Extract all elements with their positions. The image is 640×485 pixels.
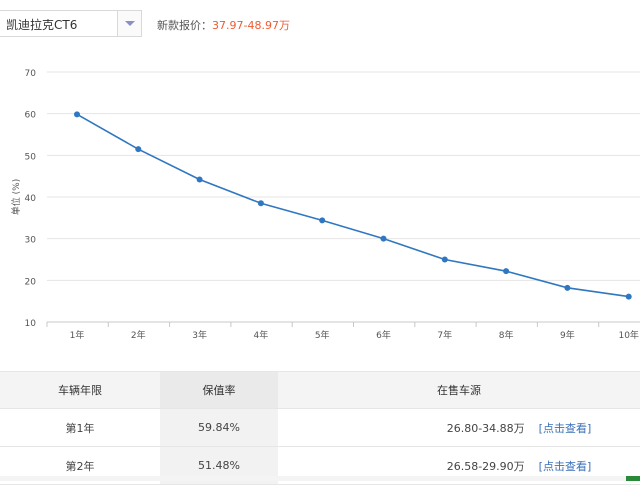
x-tick-label: 5年 <box>315 329 330 341</box>
col-header-year: 车辆年限 <box>0 371 160 409</box>
model-select-value: 凯迪拉克CT6 <box>6 18 78 32</box>
corner-icon <box>626 476 640 481</box>
y-tick-label: 60 <box>25 111 37 121</box>
data-point <box>503 268 510 275</box>
table-row: 第1年 59.84% 26.80-34.88万 [点击查看] <box>0 408 640 447</box>
y-tick-label: 20 <box>25 277 37 287</box>
x-tick-label: 8年 <box>499 329 514 341</box>
cell-source: 26.80-34.88万 [点击查看] <box>278 408 640 447</box>
chevron-down-icon <box>125 21 135 26</box>
view-link[interactable]: [点击查看] <box>539 422 592 435</box>
x-tick-label: 3年 <box>192 329 207 341</box>
data-point <box>74 111 80 118</box>
y-tick-label: 70 <box>25 69 37 79</box>
col-header-source: 在售车源 <box>278 371 640 409</box>
y-tick-label: 50 <box>25 152 37 162</box>
source-range: 26.80-34.88万 <box>446 421 525 435</box>
data-point <box>380 235 387 242</box>
col-header-rate: 保值率 <box>160 371 278 409</box>
data-point <box>319 217 326 224</box>
y-tick-label: 30 <box>25 236 37 246</box>
retention-table: 车辆年限 保值率 在售车源 第1年 59.84% 26.80-34.88万 [点击… <box>0 371 640 485</box>
model-select[interactable]: 凯迪拉克CT6 <box>0 10 142 37</box>
data-point <box>135 146 142 153</box>
y-tick-label: 40 <box>25 194 37 204</box>
y-tick-label: 10 <box>25 319 37 329</box>
x-tick-label: 9年 <box>560 329 575 341</box>
series-line <box>76 113 629 298</box>
retention-chart: 10 20 30 40 50 60 70 单位 (%) 1年 2年 3年 4年 5年 6年 7年 8年 9年 10… <box>10 69 640 341</box>
data-point <box>441 256 448 263</box>
data-point <box>625 293 632 300</box>
cell-rate: 59.84% <box>160 408 278 447</box>
view-link[interactable]: [点击查看] <box>539 460 592 473</box>
cell-year: 第1年 <box>0 408 160 447</box>
dropdown-button[interactable] <box>117 11 141 36</box>
x-tick-label: 2年 <box>131 329 146 341</box>
data-point <box>196 176 203 183</box>
x-tick-label: 10年 <box>618 329 638 341</box>
source-range: 26.58-29.90万 <box>446 459 525 473</box>
next-row-partial <box>0 476 640 481</box>
price-label: 新款报价： <box>157 19 212 32</box>
price-info: 新款报价：37.97-48.97万 <box>157 17 290 33</box>
price-value: 37.97-48.97万 <box>212 19 290 32</box>
x-tick-label: 7年 <box>437 329 452 341</box>
data-point <box>257 200 264 207</box>
y-axis-label: 单位 (%) <box>10 179 22 215</box>
x-tick-label: 4年 <box>254 329 269 341</box>
x-tick-label: 6年 <box>376 329 391 341</box>
x-tick-label: 1年 <box>70 329 85 341</box>
data-point <box>564 284 571 291</box>
table-header-row: 车辆年限 保值率 在售车源 <box>0 371 640 409</box>
